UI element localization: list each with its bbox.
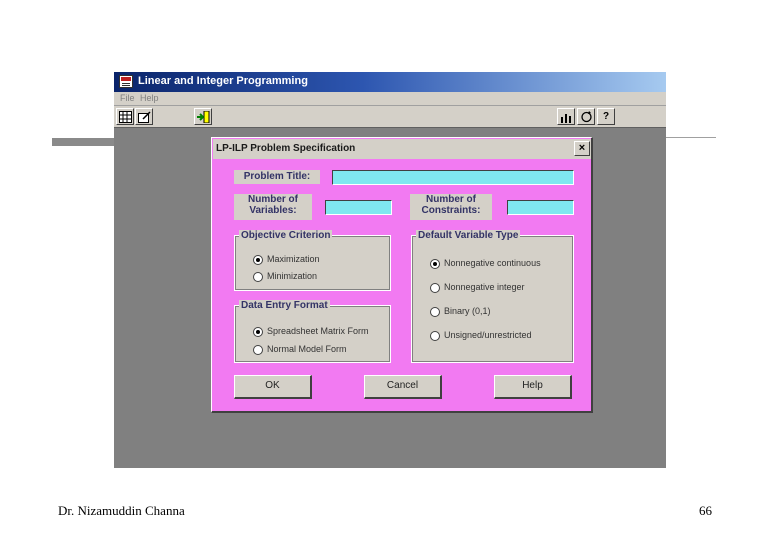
radio-button-checked[interactable] — [253, 255, 263, 265]
radio-label: Nonnegative continuous — [444, 258, 541, 268]
radio-label: Minimization — [267, 271, 318, 281]
num-variables-label: Number of Variables: — [234, 194, 312, 220]
dialog-title: LP-ILP Problem Specification — [216, 143, 356, 154]
objective-criterion-legend: Objective Criterion — [239, 230, 333, 241]
help-button[interactable]: Help — [494, 375, 572, 399]
footer-page-number: 66 — [699, 503, 712, 518]
radio-label: Spreadsheet Matrix Form — [267, 326, 369, 336]
radio-button-checked[interactable] — [253, 327, 263, 337]
menu-help[interactable]: Help — [140, 93, 159, 103]
problem-spec-dialog: LP-ILP Problem Specification × Problem T… — [211, 137, 593, 413]
menu-bar: File Help — [114, 92, 666, 106]
menu-file[interactable]: File — [120, 93, 135, 103]
radio-button[interactable] — [253, 272, 263, 282]
radio-button[interactable] — [430, 283, 440, 293]
problem-title-input[interactable] — [332, 170, 574, 185]
dialog-titlebar: LP-ILP Problem Specification × — [213, 139, 591, 159]
data-entry-format-legend: Data Entry Format — [239, 300, 330, 311]
close-icon[interactable]: × — [574, 141, 590, 156]
refresh-icon[interactable] — [577, 108, 595, 125]
radio-button[interactable] — [430, 307, 440, 317]
app-title: Linear and Integer Programming — [138, 75, 308, 87]
chart-icon[interactable] — [557, 108, 575, 125]
radio-button[interactable] — [430, 331, 440, 341]
cancel-button[interactable]: Cancel — [364, 375, 442, 399]
slide-decor-line — [666, 137, 716, 138]
problem-title-label: Problem Title: — [234, 170, 320, 184]
radio-label: Unsigned/unrestricted — [444, 330, 532, 340]
default-variable-type-legend: Default Variable Type — [416, 230, 521, 241]
default-variable-type-group: Default Variable Type Nonnegative contin… — [411, 230, 574, 363]
radio-label: Nonnegative integer — [444, 282, 525, 292]
num-variables-input[interactable] — [325, 200, 392, 215]
footer-author: Dr. Nizamuddin Channa — [58, 503, 185, 518]
toolbar: ? — [114, 106, 666, 128]
data-entry-format-group: Data Entry Format Spreadsheet Matrix For… — [234, 300, 391, 363]
radio-button-checked[interactable] — [430, 259, 440, 269]
radio-label: Maximization — [267, 254, 320, 264]
app-logo-icon[interactable] — [119, 75, 133, 88]
app-titlebar: Linear and Integer Programming — [114, 72, 666, 92]
objective-criterion-group: Objective Criterion Maximization Minimiz… — [234, 230, 391, 291]
help-icon[interactable]: ? — [597, 108, 615, 125]
radio-label: Binary (0,1) — [444, 306, 491, 316]
radio-button[interactable] — [253, 345, 263, 355]
run-icon[interactable] — [194, 108, 212, 125]
num-constraints-input[interactable] — [507, 200, 574, 215]
num-constraints-label: Number of Constraints: — [410, 194, 492, 220]
edit-icon[interactable] — [135, 108, 153, 125]
radio-label: Normal Model Form — [267, 344, 347, 354]
slide-decor-bar — [52, 138, 116, 146]
ok-button[interactable]: OK — [234, 375, 312, 399]
grid-icon[interactable] — [116, 108, 134, 125]
